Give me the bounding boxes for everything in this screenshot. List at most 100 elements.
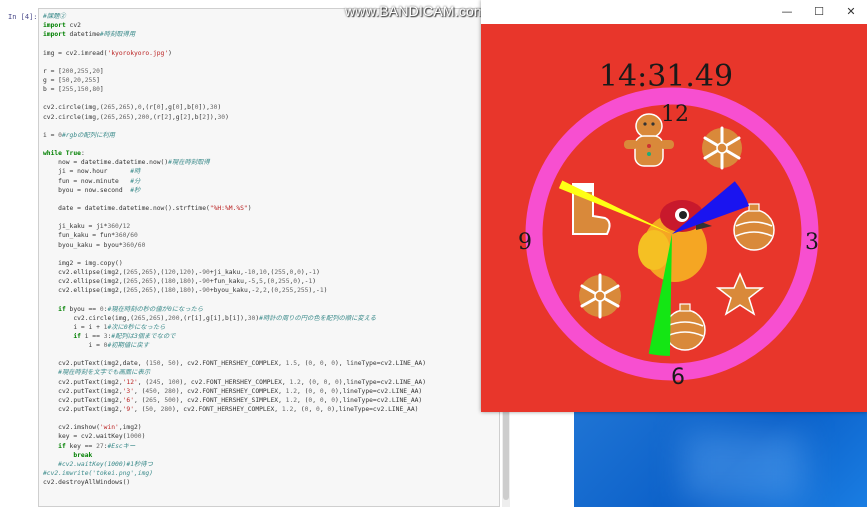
code-token: import [43, 22, 66, 30]
code-token: , [316, 378, 324, 386]
window-titlebar[interactable]: — ☐ ✕ [481, 0, 867, 24]
code-token: 80 [92, 86, 100, 94]
code-token: 90 [202, 287, 210, 295]
code-token: 265 [134, 314, 146, 322]
cell-prompt: In [4]: [8, 13, 38, 21]
code-token: ) [247, 204, 252, 212]
code-token: ) [217, 104, 222, 112]
code-token: ) [168, 49, 172, 57]
code-token: #時計の周りの円の色を配列の順に変える [259, 314, 377, 322]
code-token: 255 [278, 278, 290, 286]
code-token: ),lineType=cv2.LINE_AA) [335, 396, 423, 404]
code-token: 255 [281, 287, 294, 295]
code-token: ),- [297, 278, 309, 286]
code-token: ),lineType=cv2.LINE_AA) [338, 378, 426, 386]
code-token: 12 [122, 223, 131, 231]
code-token: img2 = img.copy() [43, 259, 123, 267]
code-token: , ( [293, 406, 305, 414]
code-line: cv2.putText(img2,'6', (265, 500), cv2.FO… [43, 396, 426, 405]
code-cell[interactable]: #課題② import cv2 import datetime#時刻取得用 img =… [38, 8, 500, 507]
code-token: 120 [179, 268, 191, 276]
code-token: datetime [65, 31, 100, 39]
code-token: i = [43, 131, 59, 139]
code-token: ),- [300, 268, 313, 276]
code-token: key == [65, 442, 97, 450]
code-token: cv2.circle(img,( [43, 113, 104, 121]
code-token: , [312, 360, 320, 368]
dial-label-9: 9 [518, 230, 532, 255]
dial-label-12: 12 [661, 102, 689, 127]
code-token: ,(r[ [149, 113, 165, 121]
code-line: ji_kaku = ji*360/12 [43, 222, 426, 231]
code-token: '12' [122, 378, 138, 386]
code-token: now = datetime.datetime.now() [43, 159, 169, 167]
code-token: ),- [308, 287, 320, 295]
code-token: #cv2.imwrite('tokei.png',img) [43, 470, 153, 478]
code-line: fun_kaku = fun*360/60 [43, 231, 426, 240]
code-token: ji = now.hour [43, 168, 131, 176]
code-token: if [58, 305, 66, 313]
maximize-icon[interactable]: ☐ [803, 0, 835, 24]
digital-time: 14:31.49 [599, 59, 733, 94]
code-token: #分 [130, 177, 141, 185]
code-token: ,img2) [118, 424, 142, 432]
code-token: 90 [202, 278, 210, 286]
clock-canvas: 14:31.49 12 3 6 9 [481, 24, 867, 412]
opencv-window[interactable]: — ☐ ✕ 14:31.49 12 3 6 9 [481, 0, 867, 412]
code-token: +ji_kaku,- [209, 268, 248, 276]
code-line: r = [200,255,20] [43, 67, 426, 76]
code-token: ),- [190, 287, 203, 295]
close-icon[interactable]: ✕ [835, 0, 867, 24]
minimize-icon[interactable]: — [771, 0, 803, 24]
code-line: cv2.destroyAllWindows() [43, 478, 426, 487]
code-token: , [312, 396, 320, 404]
code-line: byou_kaku = byou*360/60 [43, 241, 426, 250]
code-line: cv2.circle(img,(265,265),200,(r[i],g[i],… [43, 314, 426, 323]
code-token: ) [323, 287, 328, 295]
desktop-background [574, 412, 867, 507]
code-token: '9' [122, 406, 134, 414]
code-token: 255 [84, 76, 97, 84]
code-line: cv2.circle(img,(265,265),0,(r[0],g[0],b[… [43, 103, 426, 112]
snowflake-cookie-icon [702, 126, 742, 170]
code-token: 60 [137, 241, 146, 249]
code-token: , ( [137, 378, 150, 386]
code-token: fun = now.minute [43, 177, 131, 185]
code-token: ), cv2.FONT_HERSHEY_COMPLEX, [171, 406, 282, 414]
code-editor[interactable]: #課題② import cv2 import datetime#時刻取得用 img =… [43, 12, 426, 487]
code-token: 280 [164, 387, 176, 395]
dial-label-6: 6 [671, 365, 685, 390]
code-token: 265 [103, 104, 116, 112]
code-token: #現在時刻の秒の値が0になったら [107, 305, 204, 313]
code-token: 180 [179, 287, 191, 295]
code-token: , ( [297, 396, 309, 404]
code-token: ), cv2.FONT_HERSHEY_COMPLEX, [175, 360, 286, 368]
code-token: , [160, 378, 169, 386]
code-token: 1.5 [285, 360, 298, 368]
code-token: ),( [152, 268, 165, 276]
code-token: 150 [77, 86, 89, 94]
code-token: cv2.putText(img2,date, ( [43, 360, 150, 368]
code-token: i == [80, 332, 104, 340]
code-token: if [73, 332, 81, 340]
code-token: #次に0秒になったら [107, 323, 166, 331]
code-token: ), lineType=cv2.LINE_AA) [335, 360, 426, 368]
code-token: 1.2 [289, 378, 301, 386]
code-token: while [43, 150, 62, 158]
code-line: cv2.circle(img,(265,265),200,(r[2],g[2],… [43, 113, 426, 122]
code-token: , ( [134, 387, 146, 395]
code-token: ,( [262, 278, 271, 286]
code-line: cv2.ellipse(img2,(265,265),(120,120),-90… [43, 268, 426, 277]
code-token: ]), [206, 113, 218, 121]
code-token: #時 [130, 168, 141, 176]
code-token: , ( [297, 387, 309, 395]
code-token: cv2.putText(img2, [43, 396, 123, 404]
code-token: 265 [141, 278, 153, 286]
code-token: , [152, 406, 161, 414]
code-token: fun_kaku = fun* [43, 232, 116, 240]
code-token: 265 [149, 314, 161, 322]
code-token: ],b[ [187, 113, 203, 121]
